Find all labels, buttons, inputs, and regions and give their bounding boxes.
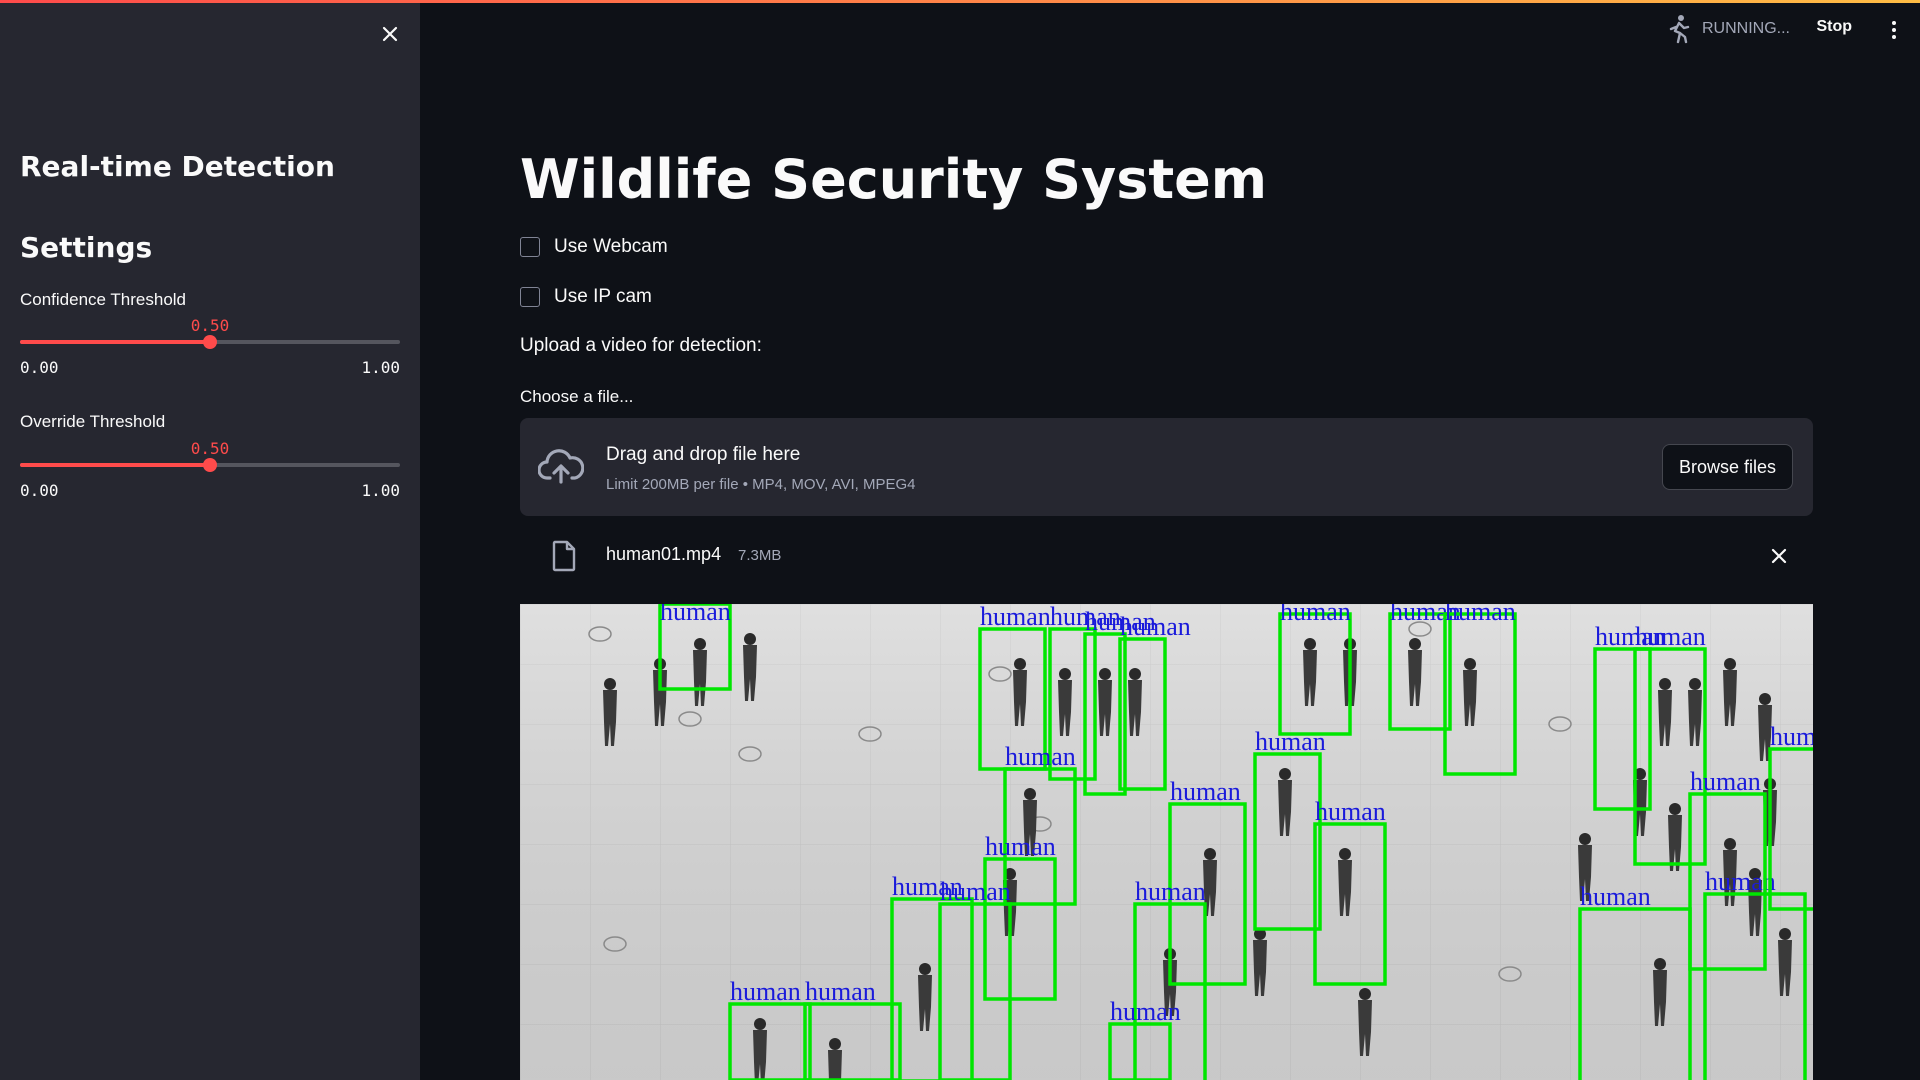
detection-label: human <box>1120 612 1191 641</box>
checkbox-box[interactable] <box>520 237 540 257</box>
cloud-upload-icon <box>538 449 584 484</box>
person <box>828 1038 842 1080</box>
remove-file-button[interactable] <box>1765 542 1793 570</box>
upload-prompt: Upload a video for detection: <box>520 335 762 356</box>
stop-button[interactable]: Stop <box>1816 18 1852 36</box>
checkbox-label: Use IP cam <box>554 286 652 307</box>
running-status: RUNNING... <box>1666 14 1790 44</box>
running-man-icon <box>1669 15 1690 44</box>
detection-label: human <box>980 604 1051 631</box>
detection-label: human <box>1135 877 1206 906</box>
detection-label: human <box>1315 797 1386 826</box>
detection-label: human <box>1110 997 1181 1026</box>
file-icon <box>552 540 576 572</box>
slider-fill <box>20 340 210 344</box>
main-menu-button[interactable] <box>1884 18 1904 42</box>
detection-label: human <box>940 877 1011 906</box>
sidebar: Real-time Detection Settings Confidence … <box>0 0 420 1080</box>
page-title: Wildlife Security System <box>520 148 1268 211</box>
slider-max: 1.00 <box>361 358 400 377</box>
detection-label: human <box>1770 722 1813 751</box>
slider-min: 0.00 <box>20 358 59 377</box>
menu-dot <box>1892 35 1896 39</box>
file-name: human01.mp4 <box>606 544 722 564</box>
kebab-menu-icon <box>1892 21 1896 25</box>
override-threshold-label: Override Threshold <box>20 412 166 431</box>
confidence-threshold-label: Confidence Threshold <box>20 290 187 309</box>
slider-value: 0.50 <box>190 439 230 458</box>
slider-min: 0.00 <box>20 481 59 500</box>
top-decoration-bar <box>0 0 1920 3</box>
override-threshold-slider[interactable]: 0.50 0.00 1.00 <box>20 439 400 500</box>
slider-value: 0.50 <box>190 316 230 335</box>
confidence-threshold-slider[interactable]: 0.50 0.00 1.00 <box>20 316 400 377</box>
dropzone-limit: Limit 200MB per file • MP4, MOV, AVI, MP… <box>606 476 916 493</box>
file-size: 7.3MB <box>738 547 782 564</box>
detection-label: human <box>1280 604 1351 626</box>
settings-heading: Settings <box>20 231 153 264</box>
slider-fill <box>20 463 210 467</box>
detection-label: human <box>1170 777 1241 806</box>
file-dropzone[interactable]: Drag and drop file here Limit 200MB per … <box>520 418 1813 516</box>
use-webcam-checkbox[interactable]: Use Webcam <box>520 236 668 258</box>
checkbox-label: Use Webcam <box>554 236 668 257</box>
close-icon <box>1771 548 1787 564</box>
checkbox-box[interactable] <box>520 287 540 307</box>
close-icon <box>382 26 398 42</box>
sidebar-close-button[interactable] <box>376 20 404 48</box>
detection-label: human <box>1005 742 1076 771</box>
status-text: RUNNING... <box>1702 20 1790 37</box>
sidebar-heading: Real-time Detection <box>20 150 335 183</box>
menu-dot <box>1892 28 1896 32</box>
slider-max: 1.00 <box>361 481 400 500</box>
video-frame-svg: human human humanhumanhumanhuman humanhuman… <box>520 604 1813 1080</box>
detection-label: human <box>805 977 876 1006</box>
detection-label: human <box>1255 727 1326 756</box>
use-ip-cam-checkbox[interactable]: Use IP cam <box>520 286 652 308</box>
detection-label: human <box>660 604 731 626</box>
detection-label: human <box>1580 882 1651 911</box>
detection-label: human <box>1690 767 1761 796</box>
dropzone-instructions: Drag and drop file here <box>606 444 801 465</box>
file-uploader-label: Choose a file... <box>520 387 634 406</box>
detection-label: human <box>1445 604 1516 626</box>
slider-thumb[interactable] <box>203 458 217 472</box>
slider-thumb[interactable] <box>203 335 217 349</box>
detection-label: human <box>730 977 801 1006</box>
uploaded-file: human01.mp4 7.3MB <box>520 530 1813 582</box>
detection-video-frame: human human human human human human human human… <box>520 604 1813 1080</box>
detection-label: human <box>985 832 1056 861</box>
detection-label: human <box>1635 622 1706 651</box>
browse-files-button[interactable]: Browse files <box>1661 444 1793 490</box>
